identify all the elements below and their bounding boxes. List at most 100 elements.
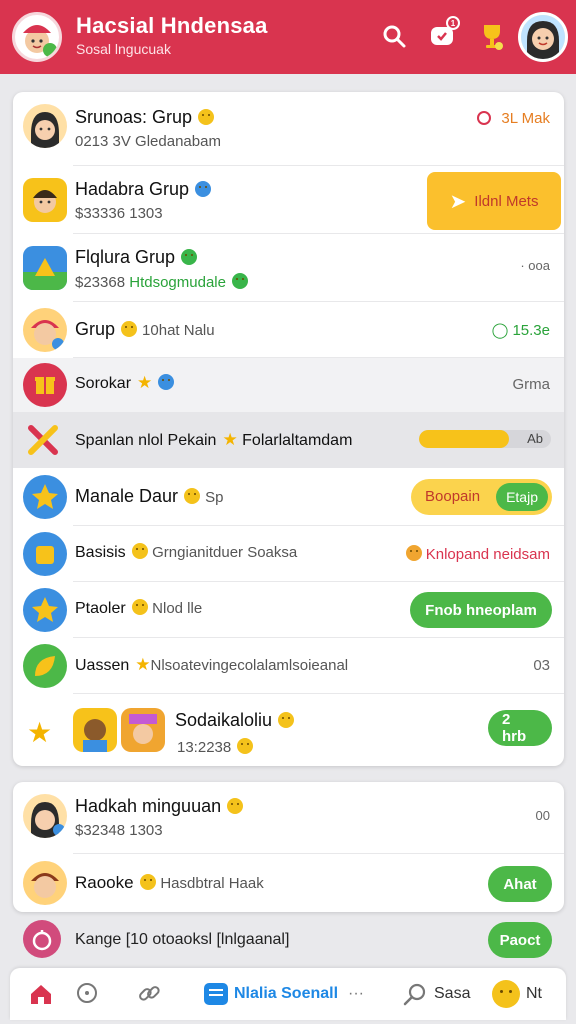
invite-row[interactable]: Kange [10 otoaoksl [lnlgaanal] Paoct: [13, 916, 564, 964]
nav-links[interactable]: [136, 978, 162, 1010]
emoji-icon: [181, 249, 198, 265]
group-name: Grup 10hat Nalu: [75, 319, 215, 339]
group-avatar: [23, 794, 67, 838]
emoji-icon: [131, 543, 148, 559]
search-button[interactable]: [372, 14, 416, 58]
star-icon: ★: [135, 655, 151, 674]
nav-profile-label: Nt: [526, 985, 542, 1002]
action-button[interactable]: Ahat: [488, 866, 552, 902]
rewards-button[interactable]: [470, 14, 514, 58]
action-button[interactable]: 2 hrb: [488, 710, 552, 746]
group-subtitle: $33336 1303: [75, 205, 163, 222]
trophy-icon: [484, 25, 503, 50]
emoji-icon: [405, 545, 422, 561]
emoji-icon: [139, 874, 156, 890]
group-meta: 03: [533, 657, 550, 674]
location-icon: [77, 983, 97, 1003]
app-logo[interactable]: [12, 12, 62, 62]
record-icon: [477, 111, 492, 125]
home-icon: [31, 985, 51, 1004]
progress-bar: Ab: [419, 430, 551, 448]
star-icon: ★: [222, 430, 238, 449]
nav-search[interactable]: Sasa: [402, 978, 470, 1010]
group-subtitle: 0213 3V Gledanabam: [75, 133, 221, 150]
search-icon: [383, 25, 406, 48]
group-name: Sodaikaloliu: [175, 710, 295, 731]
arrow-icon: ➤: [449, 190, 467, 213]
crossed-tools-icon: [25, 422, 61, 458]
group-name: Srunoas: Grup: [75, 107, 215, 128]
list-item[interactable]: Manale Daur Sp Boopain Etajp: [13, 468, 564, 526]
list-item[interactable]: ★ Sodaikaloliu 13:2238 2 hrb: [13, 694, 564, 766]
nav-home[interactable]: [28, 978, 54, 1010]
join-button[interactable]: ➤ Ildnl Mets: [427, 172, 561, 230]
group-meta: 3L Mak: [477, 110, 550, 127]
list-item[interactable]: Raooke Hasdbtral Haak Ahat: [13, 854, 564, 912]
smiley-icon: [492, 980, 520, 1008]
group-avatar: [23, 246, 67, 290]
notification-badge: 1: [446, 16, 460, 30]
group-name: Basisis Grngianitduer Soaksa: [75, 543, 298, 561]
chat-icon: ◯: [491, 322, 509, 339]
chat-icon: [204, 983, 228, 1005]
group-name: Raooke Hasdbtral Haak: [75, 873, 264, 892]
emoji-icon: [278, 712, 295, 728]
group-meta: 00: [535, 808, 550, 823]
list-item[interactable]: Basisis Grngianitduer Soaksa Knlopand ne…: [13, 526, 564, 582]
action-button[interactable]: Fnob hneoplam: [410, 592, 552, 628]
emoji-icon: [237, 738, 254, 754]
nav-location[interactable]: [74, 978, 100, 1010]
list-item[interactable]: Srunoas: Grup 0213 3V Gledanabam 3L Mak: [13, 92, 564, 166]
star-icon: ★: [137, 373, 153, 392]
star-badge-icon: [23, 588, 67, 632]
bell-icon: [23, 920, 61, 958]
emoji-icon: [227, 798, 244, 814]
list-item[interactable]: Spanlan nlol Pekain ★ Folarlaltamdam Ab: [13, 412, 564, 468]
list-item[interactable]: Hadabra Grup $33336 1303 ➤ Ildnl Mets: [13, 166, 564, 234]
nav-social[interactable]: Nlalia Soenall: [204, 978, 338, 1010]
group-avatar: [23, 308, 67, 352]
emoji-icon: [195, 181, 212, 197]
group-list-card: Srunoas: Grup 0213 3V Gledanabam 3L Mak …: [13, 92, 564, 766]
progress-label: Ab: [527, 431, 543, 446]
star-icon: ★: [27, 717, 53, 748]
list-item[interactable]: Flqlura Grup $23368 Htdsogmudale · ooa: [13, 234, 564, 302]
action-button[interactable]: Paoct: [488, 922, 552, 958]
app-title: Hacsial Hndensaa: [76, 13, 268, 38]
list-item[interactable]: Sorokar ★ Grma: [13, 358, 564, 412]
list-item[interactable]: Uassen ★Nlsoatevingecolalamlsoieanal 03: [13, 638, 564, 694]
list-item[interactable]: Hadkah minguuan $32348 1303 00: [13, 782, 564, 854]
group-avatar: [73, 708, 117, 752]
emoji-icon: [198, 109, 215, 125]
profile-avatar[interactable]: [518, 12, 568, 62]
emoji-icon: [184, 488, 201, 504]
status-toggle[interactable]: Boopain Etajp: [411, 479, 552, 515]
group-meta: · ooa: [520, 258, 550, 273]
notifications-button[interactable]: 1: [420, 14, 464, 58]
app-subtitle: Sosal lngucuak: [76, 41, 171, 57]
list-item[interactable]: Grup 10hat Nalu ◯ 15.3e: [13, 302, 564, 358]
star-badge-icon: [23, 475, 67, 519]
search-icon: [403, 983, 426, 1006]
progress-fill: [419, 430, 509, 448]
group-meta: Grma: [512, 376, 551, 393]
group-name: Ptaoler Nlod lle: [75, 599, 203, 617]
nav-social-label: Nlalia Soenall: [234, 985, 339, 1002]
group-subtitle: 13:2238: [177, 738, 254, 756]
bottom-navigation: Nlalia Soenall ··· Sasa Nt: [10, 968, 566, 1020]
link-icon: [139, 986, 160, 1001]
group-list-card: Hadkah minguuan $32348 1303 00 Raooke Ha…: [13, 782, 564, 912]
box-icon: [23, 532, 67, 576]
list-item[interactable]: Ptaoler Nlod lle Fnob hneoplam: [13, 582, 564, 638]
nav-search-label: Sasa: [434, 985, 471, 1002]
group-name: Hadabra Grup: [75, 179, 212, 200]
group-avatar: [23, 178, 67, 222]
group-meta: ◯ 15.3e: [491, 322, 550, 339]
group-avatar: [121, 708, 165, 752]
emoji-icon: [131, 599, 148, 615]
group-avatar: [23, 104, 67, 148]
nav-more[interactable]: ···: [348, 978, 364, 1010]
nav-profile[interactable]: Nt: [492, 978, 542, 1010]
app-header: Hacsial Hndensaa Sosal lngucuak 1: [0, 0, 576, 74]
group-name: Manale Daur Sp: [75, 486, 224, 506]
